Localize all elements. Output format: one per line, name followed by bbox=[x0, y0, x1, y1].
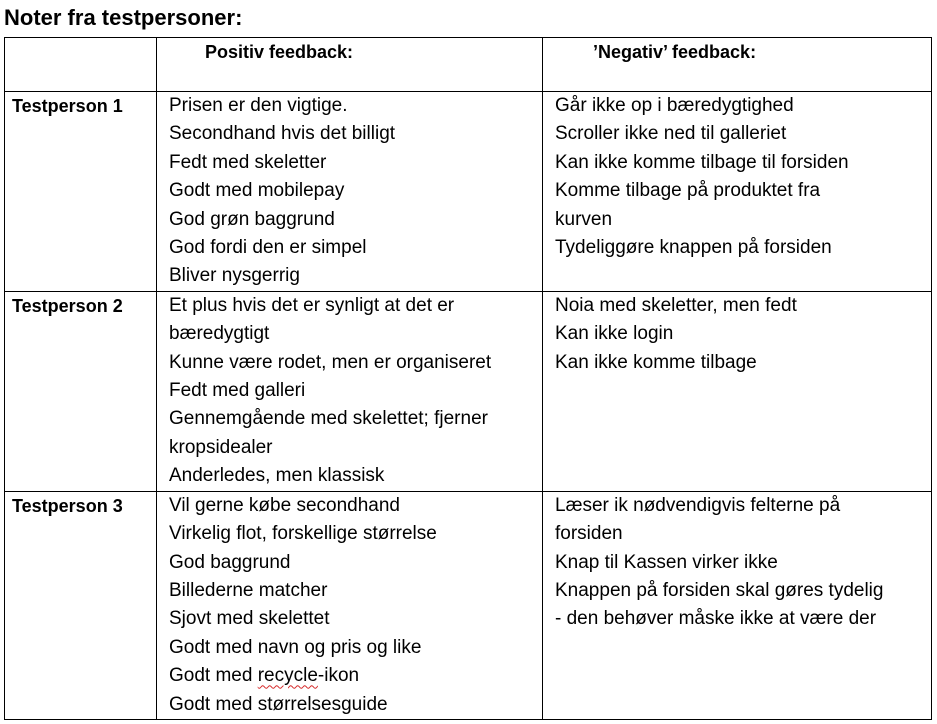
negative-feedback-list: Læser ik nødvendigvis felterne på forside… bbox=[543, 492, 931, 634]
feedback-line: God baggrund bbox=[169, 551, 291, 573]
header-empty-cell bbox=[4, 37, 157, 92]
table-row-testperson-1: Testperson 1 Prisen er den vigtige. Secon… bbox=[4, 91, 932, 292]
feedback-line: Scroller ikke ned til galleriet bbox=[555, 123, 787, 145]
feedback-table: Positiv feedback: ’Negativ’ feedback: Te… bbox=[4, 37, 932, 721]
feedback-line: Godt med størrelsesguide bbox=[169, 693, 388, 715]
feedback-line: Prisen er den vigtige. bbox=[169, 95, 348, 116]
table-row-testperson-3: Testperson 3 Vil gerne købe secondhand Vi… bbox=[4, 490, 932, 721]
feedback-line: Fedt med galleri bbox=[169, 380, 306, 402]
positive-feedback-cell: Prisen er den vigtige. Secondhand hvis de… bbox=[156, 91, 543, 292]
row-label-cell: Testperson 2 bbox=[4, 290, 157, 492]
feedback-line: kurven bbox=[555, 208, 613, 230]
feedback-line: Kan ikke komme tilbage til forsiden bbox=[555, 151, 849, 173]
feedback-line: Gennemgående med skelettet; fjerner bbox=[169, 408, 488, 430]
feedback-line: Vil gerne købe secondhand bbox=[169, 494, 400, 516]
feedback-line: - den behøver måske ikke at være der bbox=[555, 608, 877, 630]
feedback-line: Virkelig flot, forskellige størrelse bbox=[169, 523, 437, 545]
header-positive-cell: Positiv feedback: bbox=[156, 37, 543, 92]
feedback-line: Knap til Kassen virker ikke bbox=[555, 551, 778, 573]
feedback-line: bæredygtigt bbox=[169, 323, 270, 345]
feedback-line: Sjovt med skelettet bbox=[169, 608, 330, 630]
negative-feedback-cell: Går ikke op i bæredygtighed Scroller ikke… bbox=[542, 91, 932, 292]
feedback-line: Noia med skeletter, men fedt bbox=[555, 294, 797, 316]
feedback-line: Knappen på forsiden skal gøres tydelig bbox=[555, 580, 884, 602]
positive-feedback-list: Vil gerne købe secondhand Virkelig flot, … bbox=[157, 492, 542, 719]
feedback-line: Billederne matcher bbox=[169, 580, 328, 602]
feedback-line-text: Godt med bbox=[169, 665, 258, 687]
feedback-line: Fedt med skeletter bbox=[169, 151, 327, 173]
feedback-line: Går ikke op i bæredygtighed bbox=[555, 95, 794, 116]
row-label-testperson-3: Testperson 3 bbox=[12, 495, 123, 516]
feedback-line: God grøn baggrund bbox=[169, 208, 335, 230]
row-label-testperson-1: Testperson 1 bbox=[12, 96, 123, 116]
feedback-line: forsiden bbox=[555, 523, 623, 545]
feedback-line: Godt med recycle-ikon bbox=[169, 662, 542, 690]
negative-feedback-list: Noia med skeletter, men fedt Kan ikke log… bbox=[543, 292, 931, 377]
row-label-cell: Testperson 3 bbox=[4, 490, 157, 721]
feedback-line: Bliver nysgerrig bbox=[169, 265, 300, 287]
header-positive-feedback: Positiv feedback: bbox=[205, 42, 354, 62]
positive-feedback-cell: Et plus hvis det er synligt at det er bær… bbox=[156, 290, 543, 492]
feedback-line: Kan ikke login bbox=[555, 323, 674, 345]
feedback-line: Kunne være rodet, men er organiseret bbox=[169, 351, 492, 373]
row-label-testperson-2: Testperson 2 bbox=[12, 295, 123, 316]
row-label-cell: Testperson 1 bbox=[4, 91, 157, 292]
feedback-line: kropsidealer bbox=[169, 436, 273, 458]
positive-feedback-list: Et plus hvis det er synligt at det er bær… bbox=[157, 292, 542, 491]
feedback-line: Anderledes, men klassisk bbox=[169, 465, 385, 487]
feedback-line: Tydeliggøre knappen på forsiden bbox=[555, 237, 832, 259]
table-row-testperson-2: Testperson 2 Et plus hvis det er synligt… bbox=[4, 290, 932, 492]
feedback-line: Secondhand hvis det billigt bbox=[169, 123, 396, 145]
spellcheck-flagged-word: recycle bbox=[257, 665, 318, 687]
feedback-line: Et plus hvis det er synligt at det er bbox=[169, 294, 455, 316]
negative-feedback-cell: Noia med skeletter, men fedt Kan ikke log… bbox=[542, 290, 932, 492]
feedback-line-text: -ikon bbox=[317, 665, 360, 687]
header-negative-feedback: ’Negativ’ feedback: bbox=[593, 42, 757, 62]
feedback-line: Godt med navn og pris og like bbox=[169, 636, 422, 658]
feedback-line: Læser ik nødvendigvis felterne på bbox=[555, 494, 841, 516]
document-title: Noter fra testpersoner: bbox=[4, 5, 243, 30]
feedback-line: Komme tilbage på produktet fra bbox=[555, 180, 821, 202]
negative-feedback-cell: Læser ik nødvendigvis felterne på forside… bbox=[542, 490, 932, 721]
positive-feedback-cell: Vil gerne købe secondhand Virkelig flot, … bbox=[156, 490, 543, 721]
header-negative-cell: ’Negativ’ feedback: bbox=[542, 37, 932, 92]
feedback-line: Godt med mobilepay bbox=[169, 180, 345, 202]
table-header-row: Positiv feedback: ’Negativ’ feedback: bbox=[4, 37, 932, 92]
positive-feedback-list: Prisen er den vigtige. Secondhand hvis de… bbox=[157, 92, 542, 291]
feedback-line: God fordi den er simpel bbox=[169, 237, 367, 259]
feedback-line: Kan ikke komme tilbage bbox=[555, 351, 757, 373]
negative-feedback-list: Går ikke op i bæredygtighed Scroller ikke… bbox=[543, 92, 931, 262]
